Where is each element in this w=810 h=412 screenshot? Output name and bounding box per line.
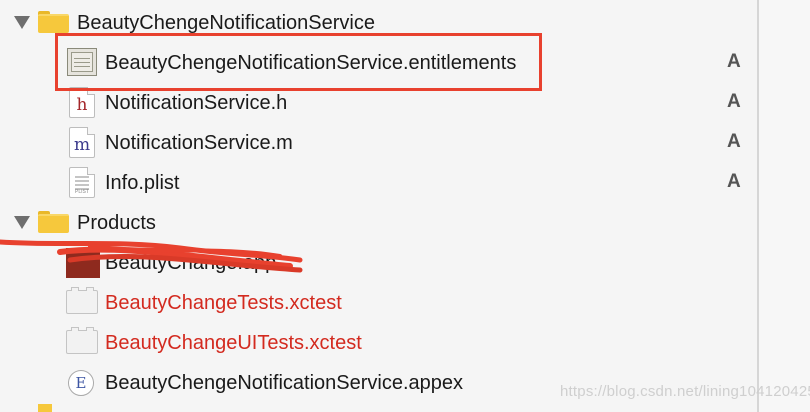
scm-status-badge: A xyxy=(727,91,741,112)
h-file-icon: h xyxy=(69,87,95,118)
inspector-pane xyxy=(759,0,810,412)
m-file-icon: m xyxy=(69,127,95,158)
bundle-icon xyxy=(66,327,98,354)
tree-row-unit-tests-product[interactable]: BeautyChangeTests.xctest xyxy=(0,282,757,322)
plist-file-icon: PLIST xyxy=(69,167,95,198)
tree-row-label: BeautyChengeNotificationService xyxy=(77,12,375,34)
tree-row-label: BeautyChangeTests.xctest xyxy=(105,292,342,314)
folder-icon xyxy=(38,11,69,33)
watermark-text: https://blog.csdn.net/lining1041204250 xyxy=(560,383,810,400)
disclosure-triangle-icon[interactable] xyxy=(14,16,30,29)
annotation-redaction-scribble xyxy=(0,239,303,273)
extension-icon: E xyxy=(68,370,94,396)
tree-row-label: BeautyChangeUITests.xctest xyxy=(105,332,362,354)
tree-row-implementation-file[interactable]: m NotificationService.m A xyxy=(0,122,757,162)
annotation-highlight-box xyxy=(55,33,542,91)
tree-row-label: BeautyChengeNotificationService.appex xyxy=(105,372,463,394)
disclosure-triangle-icon[interactable] xyxy=(14,216,30,229)
tree-row-label: Info.plist xyxy=(105,172,180,194)
scm-status-badge: A xyxy=(727,131,741,152)
tree-row-info-plist[interactable]: PLIST Info.plist A xyxy=(0,162,757,202)
tree-row-ui-tests-product[interactable]: BeautyChangeUITests.xctest xyxy=(0,322,757,362)
tree-row-label: Products xyxy=(77,212,156,234)
tree-row-label: NotificationService.m xyxy=(105,132,293,154)
scm-status-badge: A xyxy=(727,51,741,72)
bundle-icon xyxy=(66,287,98,314)
folder-icon xyxy=(38,404,52,412)
scm-status-badge: A xyxy=(727,171,741,192)
tree-row-label: NotificationService.h xyxy=(105,92,288,114)
folder-icon xyxy=(38,211,69,233)
